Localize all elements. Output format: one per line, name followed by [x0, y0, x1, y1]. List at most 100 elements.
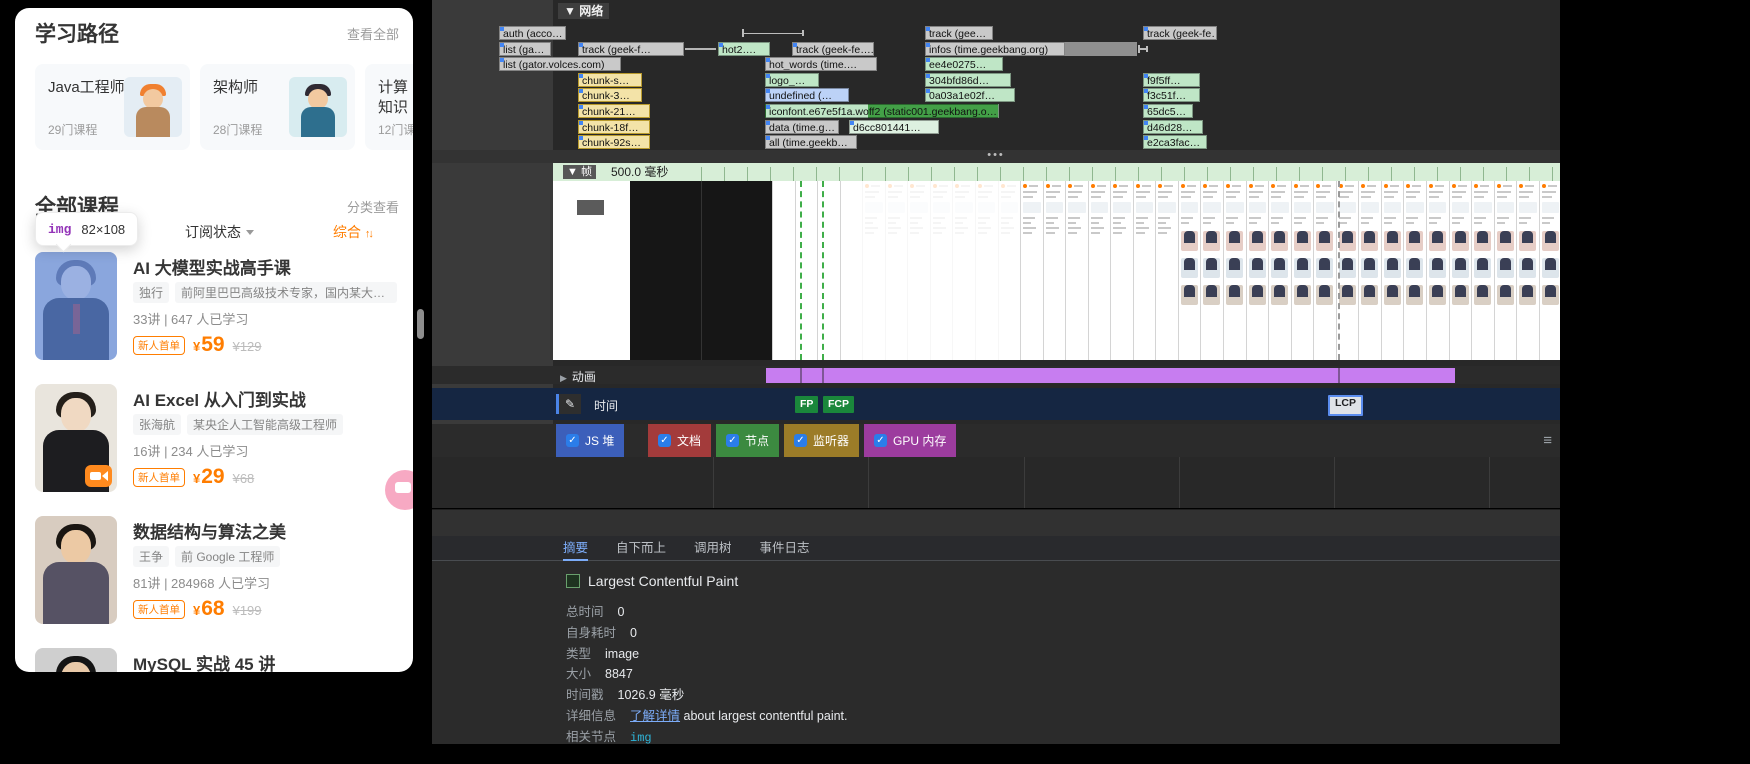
learning-path-card[interactable]: 计算 知识12门课程 [365, 64, 413, 150]
network-request-bar[interactable]: logo_… [765, 73, 819, 87]
network-request-bar[interactable]: data (time.g… [765, 120, 839, 134]
filmstrip-thumbnail[interactable] [1449, 181, 1472, 360]
course-list-item[interactable]: 数据结构与算法之美王争前 Google 工程师81讲 | 284968 人已学习… [15, 516, 413, 648]
filmstrip-thumbnail[interactable] [1020, 181, 1043, 360]
filmstrip-thumbnail[interactable] [1471, 181, 1494, 360]
checkbox-checked-icon[interactable]: ✓ [566, 434, 579, 447]
course-title[interactable]: 数据结构与算法之美 [133, 518, 286, 543]
tab-自下而上[interactable]: 自下而上 [616, 536, 666, 561]
timing-marker-fp[interactable]: FP [795, 396, 818, 413]
filmstrip-thumbnail[interactable] [1358, 181, 1381, 360]
filmstrip-thumbnail[interactable] [998, 181, 1021, 360]
filmstrip-thumbnail[interactable] [1381, 181, 1404, 360]
counter-toggle[interactable]: ✓监听器 [784, 424, 859, 457]
view-all-link[interactable]: 查看全部 [347, 24, 399, 43]
network-request-bar[interactable]: list (gator.volces.com) [499, 57, 621, 71]
network-request-bar[interactable]: f3c51f… [1143, 88, 1200, 102]
checkbox-checked-icon[interactable]: ✓ [726, 434, 739, 447]
request-drag-handle[interactable] [1138, 42, 1148, 56]
network-request-bar[interactable]: auth (acco… [499, 26, 566, 40]
filmstrip-thumbnail[interactable] [1065, 181, 1088, 360]
network-request-bar[interactable]: chunk-3… [578, 88, 642, 102]
course-cover-image[interactable] [35, 516, 117, 624]
network-request-bar[interactable]: 304bfd86d… [925, 73, 1011, 87]
course-list-item[interactable]: AI 大模型实战高手课独行前阿里巴巴高级技术专家，国内某大型互…33讲 | 64… [15, 252, 413, 384]
network-request-bar[interactable]: all (time.geekb… [765, 135, 857, 149]
filmstrip-thumbnail[interactable] [885, 181, 908, 360]
network-request-bar[interactable]: track (geek-fe… [1143, 26, 1217, 40]
network-request-bar[interactable]: infos (time.geekbang.org) [925, 42, 1065, 56]
network-request-bar[interactable]: hot2…. [718, 42, 770, 56]
tab-调用树[interactable]: 调用树 [694, 536, 732, 561]
view-by-category-link[interactable]: 分类查看 [347, 197, 399, 216]
filmstrip-thumbnail[interactable] [1178, 181, 1201, 360]
network-request-bar[interactable]: d46d28… [1143, 120, 1203, 134]
filmstrip-thumbnail[interactable] [1223, 181, 1246, 360]
sort-filter[interactable]: 综合 ↑↓ [333, 222, 372, 242]
network-request-bar[interactable]: d6cc801441… [849, 120, 939, 134]
network-request-bar[interactable]: list (ga… [499, 42, 551, 56]
learning-path-card[interactable]: 架构师28门课程 [200, 64, 355, 150]
course-cover-image[interactable] [35, 252, 117, 360]
learning-path-card[interactable]: Java工程师29门课程 [35, 64, 190, 150]
checkbox-checked-icon[interactable]: ✓ [794, 434, 807, 447]
filmstrip-thumbnail[interactable] [1426, 181, 1449, 360]
filmstrip-thumbnail[interactable] [1200, 181, 1223, 360]
checkbox-checked-icon[interactable]: ✓ [658, 434, 671, 447]
network-request-bar[interactable]: 65dc5… [1143, 104, 1193, 118]
learn-more-link[interactable]: 了解详情 [630, 709, 680, 723]
edit-timings-button[interactable]: ✎ [556, 394, 581, 414]
network-request-bar[interactable]: chunk-92s… [578, 135, 650, 149]
filmstrip-thumbnail[interactable] [1268, 181, 1291, 360]
counter-toggle[interactable]: ✓文档 [648, 424, 711, 457]
filmstrip-thumbnail[interactable] [1516, 181, 1539, 360]
network-request-bar[interactable]: chunk-18f… [578, 120, 650, 134]
subscription-filter[interactable]: 订阅状态 [185, 222, 254, 242]
network-request-bar[interactable]: track (geek-f… [578, 42, 684, 56]
counter-toggle[interactable]: ✓GPU 内存 [864, 424, 956, 457]
filmstrip-thumbnail[interactable] [1291, 181, 1314, 360]
counter-toggle[interactable]: ✓节点 [716, 424, 779, 457]
network-request-bar[interactable]: chunk-s… [578, 73, 642, 87]
filmstrip-thumbnail[interactable] [1088, 181, 1111, 360]
filmstrip-thumbnail[interactable] [772, 181, 795, 360]
network-request-bar[interactable]: iconfont.e67e5f1a.woff2 (static001.geekb… [765, 104, 999, 118]
filmstrip-thumbnail[interactable] [840, 181, 863, 360]
network-request-bar[interactable]: f9f5ff… [1143, 73, 1200, 87]
network-request-bar[interactable]: e2ca3fac… [1143, 135, 1207, 149]
network-request-bar[interactable]: hot_words (time.… [765, 57, 877, 71]
course-title[interactable]: AI 大模型实战高手课 [133, 254, 291, 279]
related-node-link[interactable]: img [630, 731, 652, 744]
timing-marker-lcp[interactable]: LCP [1328, 395, 1363, 416]
network-request-bar[interactable]: chunk-21… [578, 104, 650, 118]
filmstrip-thumbnail[interactable] [1246, 181, 1269, 360]
filmstrip-thumbnail[interactable] [862, 181, 885, 360]
course-cover-image[interactable] [35, 648, 117, 672]
filmstrip-thumbnail[interactable] [1313, 181, 1336, 360]
animation-bar[interactable] [766, 368, 1455, 383]
panel-splitter[interactable] [432, 509, 1560, 537]
checkbox-checked-icon[interactable]: ✓ [874, 434, 887, 447]
panel-resize-handle[interactable] [417, 309, 424, 339]
filmstrip-thumbnail[interactable] [1155, 181, 1178, 360]
filmstrip-thumbnail[interactable] [907, 181, 930, 360]
filmstrip-thumbnail[interactable] [1539, 181, 1560, 360]
tab-摘要[interactable]: 摘要 [563, 536, 588, 561]
filmstrip-thumbnail[interactable] [1494, 181, 1517, 360]
filmstrip-thumbnail[interactable] [975, 181, 998, 360]
filmstrip-thumbnail[interactable] [952, 181, 975, 360]
network-track-header[interactable]: ▼ 网络 [558, 3, 609, 19]
filmstrip-thumbnail[interactable] [1110, 181, 1133, 360]
frames-track[interactable]: ▼ 帧 500.0 毫秒 [553, 163, 1560, 181]
course-cover-image[interactable] [35, 384, 117, 492]
course-list-item[interactable]: AI Excel 从入门到实战张海航某央企人工智能高级工程师16讲 | 234 … [15, 384, 413, 516]
filmstrip-thumbnail[interactable] [930, 181, 953, 360]
timing-marker-fcp[interactable]: FCP [823, 396, 854, 413]
tab-事件日志[interactable]: 事件日志 [760, 536, 810, 561]
filmstrip-thumbnail[interactable] [795, 181, 818, 360]
network-request-bar[interactable]: track (gee… [925, 26, 993, 40]
network-request-bar[interactable]: undefined (… [765, 88, 849, 102]
network-request-bar[interactable] [1065, 42, 1137, 56]
animation-track-header[interactable]: ▶动画 [560, 368, 596, 385]
network-request-bar[interactable]: 0a03a1e02f… [925, 88, 1015, 102]
